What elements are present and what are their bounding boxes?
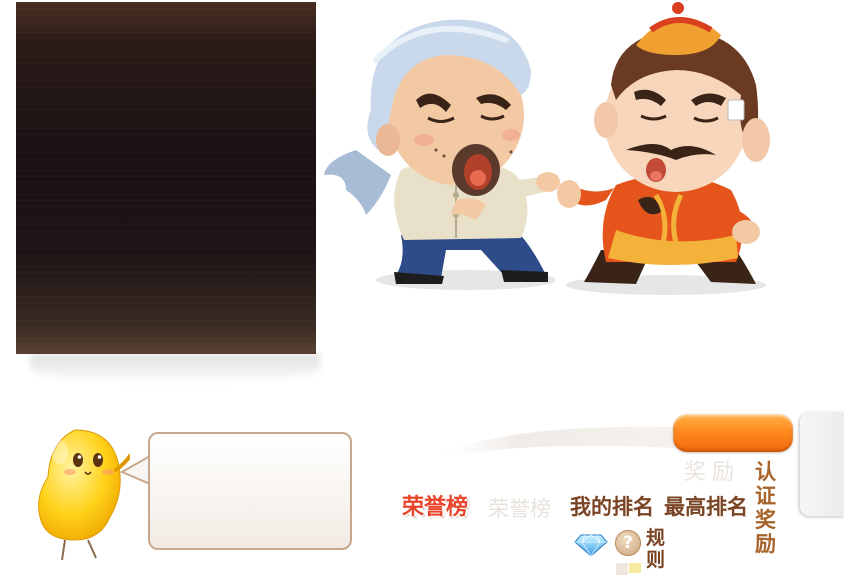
rules-link[interactable]: 规则	[646, 527, 668, 571]
tab-my-rank[interactable]: 我的排名	[570, 497, 654, 518]
side-tab-panel[interactable]	[800, 412, 844, 516]
certification-reward-label[interactable]: 认证奖励	[755, 460, 779, 556]
tab-highest-rank[interactable]: 最高排名	[664, 497, 748, 518]
characters-illustration	[324, 2, 770, 295]
yellow-bean-mascot	[38, 429, 130, 561]
panel-shadow	[30, 354, 320, 384]
question-mark-icon[interactable]: ?	[615, 530, 641, 556]
nobleman-character	[557, 2, 770, 284]
dark-image-panel	[16, 2, 316, 354]
diamond-gem-icon	[574, 534, 608, 557]
small-color-chip	[616, 563, 628, 575]
orange-action-button[interactable]	[673, 414, 793, 452]
tab-honor-board[interactable]: 荣誉榜	[402, 497, 468, 519]
reward-label: 奖励	[684, 460, 741, 485]
speech-bubble	[148, 432, 352, 550]
farmer-character	[324, 19, 560, 284]
tab-honor-board-inactive[interactable]: 荣誉榜	[488, 499, 551, 520]
small-color-chip	[629, 563, 641, 573]
